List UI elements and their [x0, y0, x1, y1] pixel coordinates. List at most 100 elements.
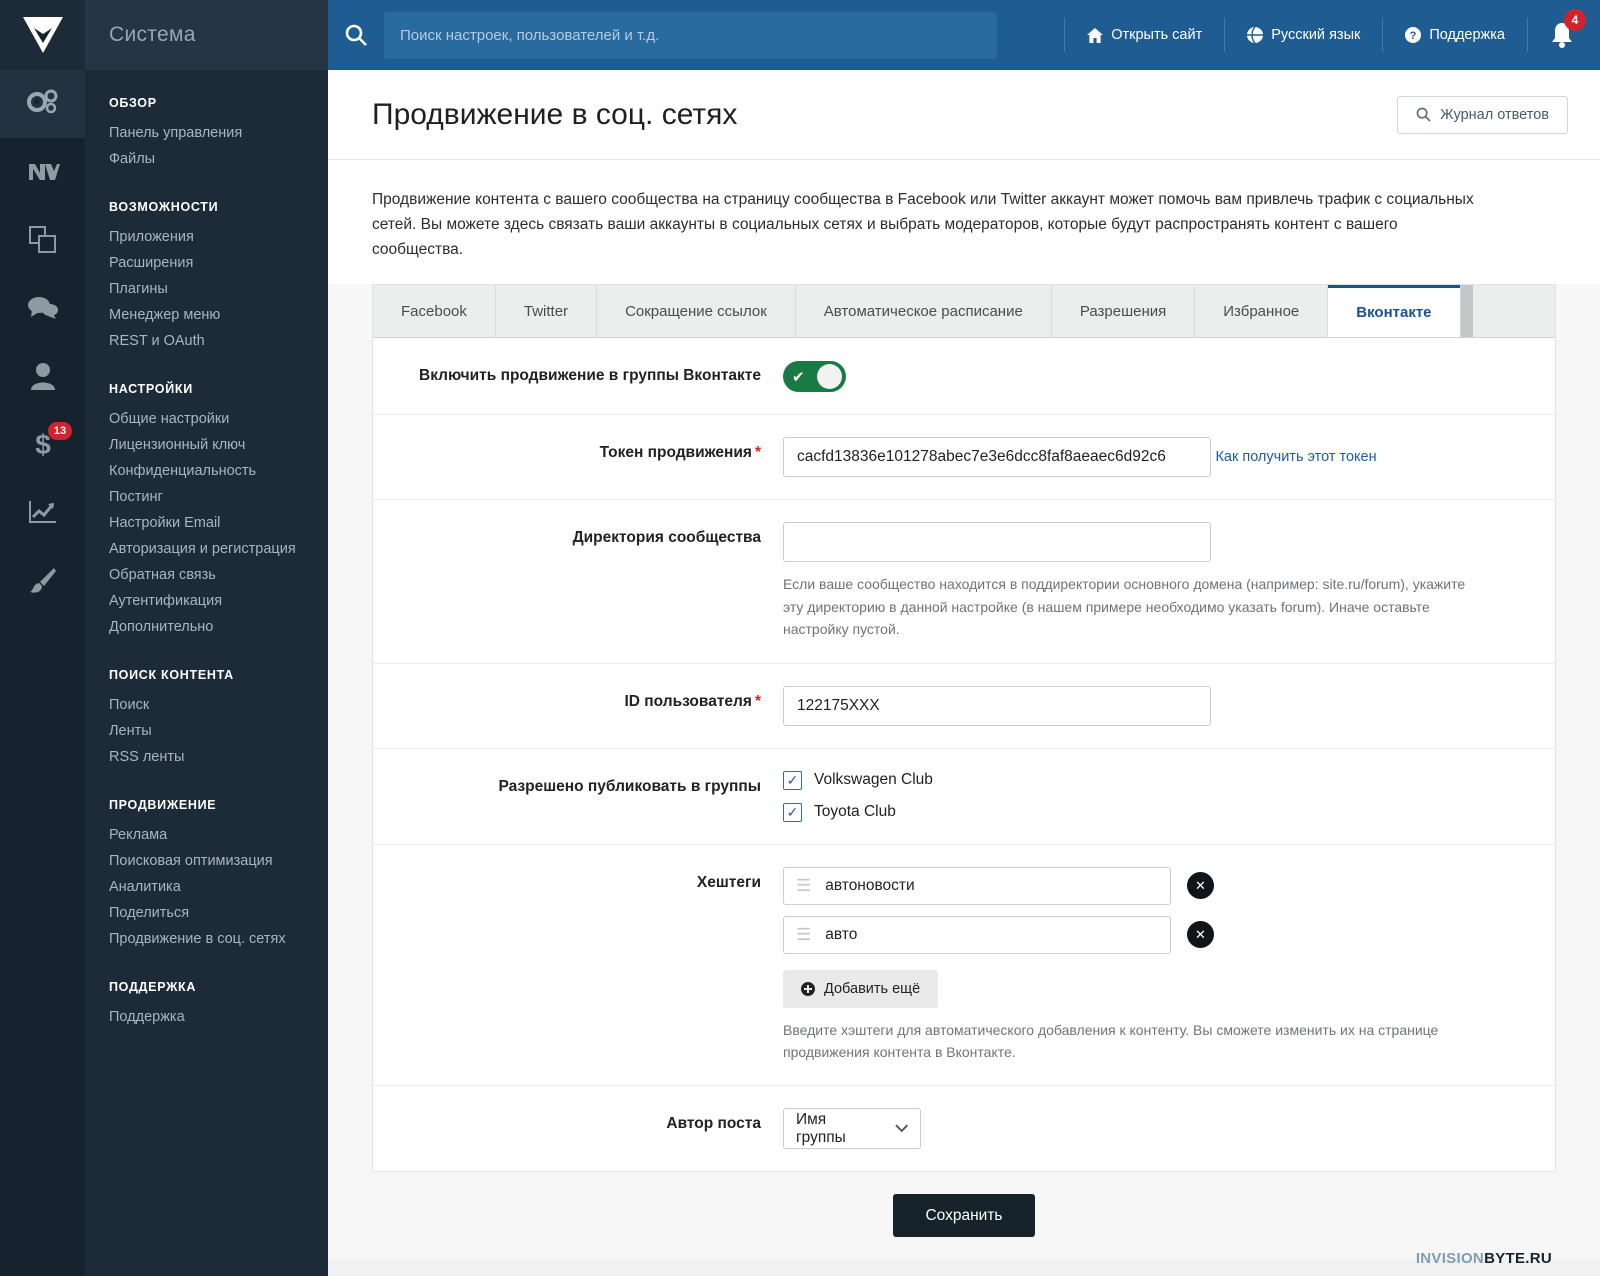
- tab-favorites[interactable]: Избранное: [1195, 285, 1329, 338]
- tabs-scrollbar-thumb[interactable]: [1460, 285, 1473, 338]
- rail-item-user[interactable]: [0, 342, 85, 410]
- group-checkbox-row[interactable]: ✓ Volkswagen Club: [783, 770, 1515, 790]
- sidebar-item-extensions[interactable]: Расширения: [109, 250, 328, 276]
- rail-item-pages[interactable]: [0, 206, 85, 274]
- nav-group-title: НАСТРОЙКИ: [109, 382, 193, 396]
- required-marker: *: [754, 444, 761, 462]
- sidebar-item-sharing[interactable]: Поделиться: [109, 900, 328, 926]
- tab-facebook[interactable]: Facebook: [373, 285, 496, 338]
- post-author-label: Автор поста: [666, 1115, 761, 1133]
- directory-input[interactable]: [783, 522, 1211, 563]
- vk-settings-form: Включить продвижение в группы Вконтакте …: [373, 338, 1555, 1172]
- token-field: Как получить этот токен: [783, 437, 1515, 478]
- chevron-down-icon: [894, 1124, 908, 1133]
- sidebar-item-feedback[interactable]: Обратная связь: [109, 562, 328, 588]
- nav-group-features: ВОЗМОЖНОСТИ Приложения Расширения Плагин…: [109, 200, 328, 354]
- sidebar-item-rss-feeds[interactable]: RSS ленты: [109, 744, 328, 770]
- save-button[interactable]: Сохранить: [893, 1194, 1035, 1238]
- token-label: Токен продвижения *: [373, 437, 783, 464]
- sidebar-item-dashboard[interactable]: Панель управления: [109, 120, 328, 146]
- rail-item-chat[interactable]: [0, 274, 85, 342]
- user-id-label-text: ID пользователя: [624, 692, 752, 710]
- sidebar-item-analytics[interactable]: Аналитика: [109, 874, 328, 900]
- support-button[interactable]: ? Поддержка: [1382, 18, 1527, 52]
- add-hashtag-button[interactable]: Добавить ещё: [783, 969, 939, 1008]
- sidebar-item-menu-manager[interactable]: Менеджер меню: [109, 302, 328, 328]
- sidebar-item-seo[interactable]: Поисковая оптимизация: [109, 848, 328, 874]
- nav-group-settings: НАСТРОЙКИ Общие настройки Лицензионный к…: [109, 382, 328, 640]
- post-author-field: Имя группы: [783, 1108, 1515, 1150]
- row-token: Токен продвижения* Как получить этот ток…: [373, 415, 1555, 501]
- sidebar-item-login-registration[interactable]: Авторизация и регистрация: [109, 536, 328, 562]
- post-author-select[interactable]: Имя группы: [783, 1108, 921, 1150]
- hashtag-row: ☰ автоновости ✕: [783, 866, 1515, 905]
- sidebar-item-plugins[interactable]: Плагины: [109, 276, 328, 302]
- sidebar-item-social-promotion[interactable]: Продвижение в соц. сетях: [109, 926, 328, 952]
- sidebar-item-streams[interactable]: Ленты: [109, 718, 328, 744]
- hashtag-row: ☰ авто ✕: [783, 915, 1515, 954]
- rail-item-appearance[interactable]: [0, 546, 85, 614]
- remove-hashtag-button-2[interactable]: ✕: [1187, 921, 1214, 948]
- token-help-link[interactable]: Как получить этот токен: [1215, 449, 1376, 465]
- row-directory: Директория сообщества Если ваше сообщест…: [373, 500, 1555, 664]
- nav-group-title: ПОДДЕРЖКА: [109, 980, 197, 994]
- sidebar-item-advertising[interactable]: Реклама: [109, 822, 328, 848]
- group-checkbox-row[interactable]: ✓ Toyota Club: [783, 802, 1515, 822]
- remove-hashtag-button-1[interactable]: ✕: [1187, 872, 1214, 899]
- sidebar-item-applications[interactable]: Приложения: [109, 224, 328, 250]
- sidebar-item-search[interactable]: Поиск: [109, 692, 328, 718]
- response-log-button[interactable]: Журнал ответов: [1397, 95, 1568, 134]
- tabs-scrollbar[interactable]: [1459, 285, 1473, 338]
- tab-permissions[interactable]: Разрешения: [1051, 285, 1196, 338]
- watermark-suffix: BYTE.RU: [1484, 1250, 1552, 1268]
- sidebar-item-posting[interactable]: Постинг: [109, 484, 328, 510]
- sidebar-item-rest-oauth[interactable]: REST и OAuth: [109, 328, 328, 354]
- rail-item-billing[interactable]: $ 13: [0, 410, 85, 478]
- tab-link-shortening[interactable]: Сокращение ссылок: [597, 285, 796, 338]
- search-icon[interactable]: [328, 23, 384, 47]
- token-label-text: Токен продвижения: [599, 444, 752, 462]
- sidebar-item-license-key[interactable]: Лицензионный ключ: [109, 432, 328, 458]
- globe-icon: [1247, 27, 1264, 43]
- directory-hint: Если ваше сообщество находится в поддире…: [783, 576, 1466, 638]
- hashtag-input-1[interactable]: ☰ автоновости: [783, 866, 1171, 905]
- add-hashtag-label: Добавить ещё: [824, 980, 921, 997]
- search-input[interactable]: [384, 11, 997, 59]
- sidebar-item-advanced[interactable]: Дополнительно: [109, 614, 328, 640]
- hashtag-input-2[interactable]: ☰ авто: [783, 915, 1171, 954]
- group-checkbox-toyota[interactable]: ✓: [783, 802, 802, 822]
- enable-promotion-toggle[interactable]: ✔: [783, 361, 846, 393]
- rail-item-system-settings[interactable]: [0, 70, 85, 138]
- tab-auto-schedule[interactable]: Автоматическое расписание: [795, 285, 1052, 338]
- sidebar-item-authentication[interactable]: Аутентификация: [109, 588, 328, 614]
- token-input[interactable]: [783, 437, 1211, 478]
- row-user-id: ID пользователя *: [373, 664, 1555, 749]
- drag-handle-icon[interactable]: ☰: [796, 926, 811, 943]
- check-icon: ✔: [792, 368, 805, 386]
- tab-twitter[interactable]: Twitter: [495, 285, 598, 338]
- tab-vkontakte[interactable]: Вконтакте: [1328, 285, 1460, 338]
- invision-logo[interactable]: [0, 0, 85, 70]
- rail-item-vk[interactable]: [0, 138, 85, 206]
- sidebar-item-support[interactable]: Поддержка: [109, 1004, 328, 1030]
- bottom-strip: [328, 1259, 1600, 1276]
- user-icon: [30, 363, 55, 390]
- hashtags-label: Хештеги: [696, 873, 761, 891]
- topbar-actions: Открыть сайт Русский язык ? Поддержка 4: [1064, 0, 1600, 70]
- open-site-button[interactable]: Открыть сайт: [1064, 18, 1224, 52]
- user-id-label: ID пользователя *: [373, 686, 783, 713]
- group-checkbox-volkswagen[interactable]: ✓: [783, 770, 802, 790]
- drag-handle-icon[interactable]: ☰: [796, 877, 811, 894]
- notifications-button[interactable]: 4: [1527, 9, 1600, 52]
- user-id-input[interactable]: [783, 685, 1211, 726]
- sidebar-item-files[interactable]: Файлы: [109, 146, 328, 172]
- rail-item-analytics[interactable]: [0, 478, 85, 546]
- sidebar-item-privacy[interactable]: Конфиденциальность: [109, 458, 328, 484]
- hashtag-value: автоновости: [825, 876, 915, 894]
- enable-promotion-field: ✔: [783, 360, 1515, 393]
- row-allowed-groups: Разрешено публиковать в группы ✓ Volkswa…: [373, 749, 1555, 845]
- svg-text:?: ?: [1410, 30, 1417, 42]
- sidebar-item-general-settings[interactable]: Общие настройки: [109, 406, 328, 432]
- language-button[interactable]: Русский язык: [1224, 18, 1382, 52]
- sidebar-item-email-settings[interactable]: Настройки Email: [109, 510, 328, 536]
